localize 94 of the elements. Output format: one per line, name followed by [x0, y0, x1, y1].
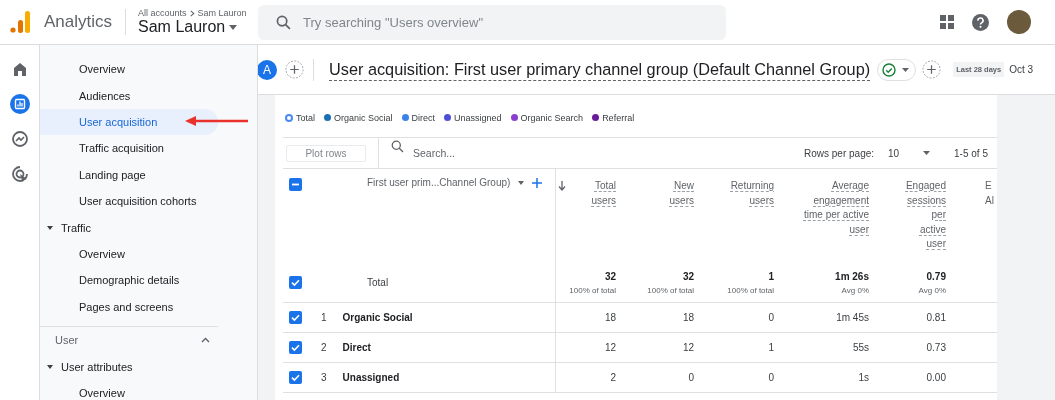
- analytics-logo-icon: [10, 10, 32, 34]
- breadcrumb-link[interactable]: All accounts: [138, 8, 187, 18]
- row-number: 2: [320, 341, 327, 353]
- table-cell: Organic Social: [342, 311, 413, 323]
- legend-label: Unassigned: [454, 112, 502, 123]
- nav-item[interactable]: User acquisition cohorts: [40, 187, 218, 215]
- table-cell: Direct: [342, 341, 371, 353]
- total-note: Avg 0%: [840, 284, 869, 297]
- nav-item[interactable]: Landing page: [40, 161, 218, 188]
- report-title: User acquisition: First user primary channel group (Default Channel Group): [329, 58, 871, 81]
- caret-icon[interactable]: [518, 180, 525, 185]
- table-cell: 0: [688, 371, 694, 383]
- total-value: 1m 26s: [834, 269, 869, 284]
- legend-label: Direct: [411, 112, 436, 123]
- nav-item[interactable]: Demographic details: [40, 267, 218, 294]
- row-checkbox[interactable]: [289, 370, 302, 384]
- table-cell: 2: [610, 371, 616, 383]
- chevron-up-icon: [201, 337, 210, 344]
- dimension-header[interactable]: First user prim...Channel Group): [367, 177, 511, 188]
- table-cell: 18: [604, 311, 616, 323]
- product-name: Analytics: [44, 9, 127, 35]
- caret-icon: [47, 225, 53, 230]
- column-header[interactable]: Engaged sessions per active user: [904, 179, 946, 252]
- table-cell: 1m 45s: [836, 311, 869, 323]
- comparison-chip[interactable]: A: [258, 59, 277, 80]
- legend-label: Referral: [602, 112, 635, 123]
- nav-item[interactable]: Overview: [40, 240, 218, 268]
- legend-label: Organic Social: [334, 112, 393, 123]
- total-value: 1: [767, 269, 774, 284]
- nav-item[interactable]: Overview: [40, 56, 218, 83]
- nav-item[interactable]: Audiences: [40, 82, 218, 109]
- table-cell: 0: [768, 371, 774, 383]
- row-number: 1: [320, 311, 327, 323]
- checkbox[interactable]: [289, 276, 302, 290]
- account-picker[interactable]: Sam Lauron: [138, 18, 251, 36]
- add-comparison-icon[interactable]: [285, 60, 304, 79]
- caret-icon: [47, 365, 53, 370]
- row-number: 3: [320, 371, 327, 383]
- apps-grid-icon[interactable]: [940, 15, 954, 29]
- total-note: Avg 0%: [917, 284, 946, 297]
- table-cell: 1s: [858, 371, 869, 383]
- total-note: 100% of total: [726, 284, 774, 297]
- column-header[interactable]: Total users: [576, 179, 616, 208]
- nav-item[interactable]: Pages and screens: [40, 293, 218, 320]
- row-checkbox[interactable]: [289, 310, 302, 324]
- table-cell: 0.81: [926, 311, 946, 323]
- legend-label: Total: [296, 112, 315, 123]
- nav-section-header[interactable]: User: [40, 325, 218, 354]
- total-value: 32: [603, 269, 616, 284]
- total-value: 32: [681, 269, 694, 284]
- caret-icon: [902, 67, 910, 72]
- table-cell: 0.73: [926, 341, 946, 353]
- bar-chart-icon[interactable]: [9, 94, 30, 114]
- date-range-picker[interactable]: Oct 3: [1009, 64, 1034, 75]
- add-icon[interactable]: [922, 60, 942, 79]
- column-header[interactable]: Average engagement time per active user: [799, 179, 869, 237]
- nav-group[interactable]: User attributes: [40, 353, 218, 381]
- caret-icon: [229, 24, 238, 30]
- column-header[interactable]: Returning users: [722, 179, 774, 208]
- check-circle-icon: [882, 62, 897, 77]
- table-cell: 12: [682, 341, 694, 353]
- table-cell: 0.00: [926, 371, 946, 383]
- nav-group[interactable]: Traffic: [40, 214, 218, 241]
- column-header[interactable]: New users: [658, 179, 694, 208]
- caret-icon: [923, 151, 931, 155]
- avatar[interactable]: [1007, 10, 1031, 34]
- rows-per-page-dropdown[interactable]: 10: [888, 147, 931, 159]
- row-checkbox[interactable]: [289, 340, 302, 354]
- total-value: 0.79: [925, 269, 946, 284]
- chevron-right-icon: [188, 9, 196, 17]
- help-icon[interactable]: [972, 13, 989, 31]
- annotation-arrow: [185, 116, 248, 126]
- table-cell: Unassigned: [342, 371, 400, 383]
- table-cell: 55s: [852, 341, 869, 353]
- total-note: 100% of total: [568, 284, 616, 297]
- add-dimension-icon[interactable]: [532, 177, 543, 188]
- column-header[interactable]: E Al: [985, 179, 997, 208]
- rows-per-page-label: Rows per page:: [804, 147, 875, 159]
- select-all-checkbox[interactable]: [289, 178, 302, 191]
- table-cell: 12: [604, 341, 616, 353]
- nav-item[interactable]: Traffic acquisition: [40, 135, 218, 162]
- nav-item[interactable]: Overview: [40, 380, 218, 400]
- breadcrumb-link[interactable]: Sam Lauron: [197, 8, 247, 18]
- table-cell: 0: [768, 311, 774, 323]
- search-field[interactable]: Try searching "Users overview": [258, 4, 727, 40]
- nav-item[interactable]: User acquisition: [40, 108, 218, 136]
- table-cell: 1: [768, 341, 774, 353]
- table-cell: 18: [682, 311, 694, 323]
- target-pointer-icon[interactable]: [9, 164, 30, 184]
- pagination-text: 1-5 of 5: [954, 147, 988, 159]
- total-label: Total: [367, 277, 389, 289]
- legend-label: Organic Search: [520, 112, 584, 123]
- total-note: 100% of total: [646, 284, 694, 297]
- sort-down-icon[interactable]: [558, 181, 566, 191]
